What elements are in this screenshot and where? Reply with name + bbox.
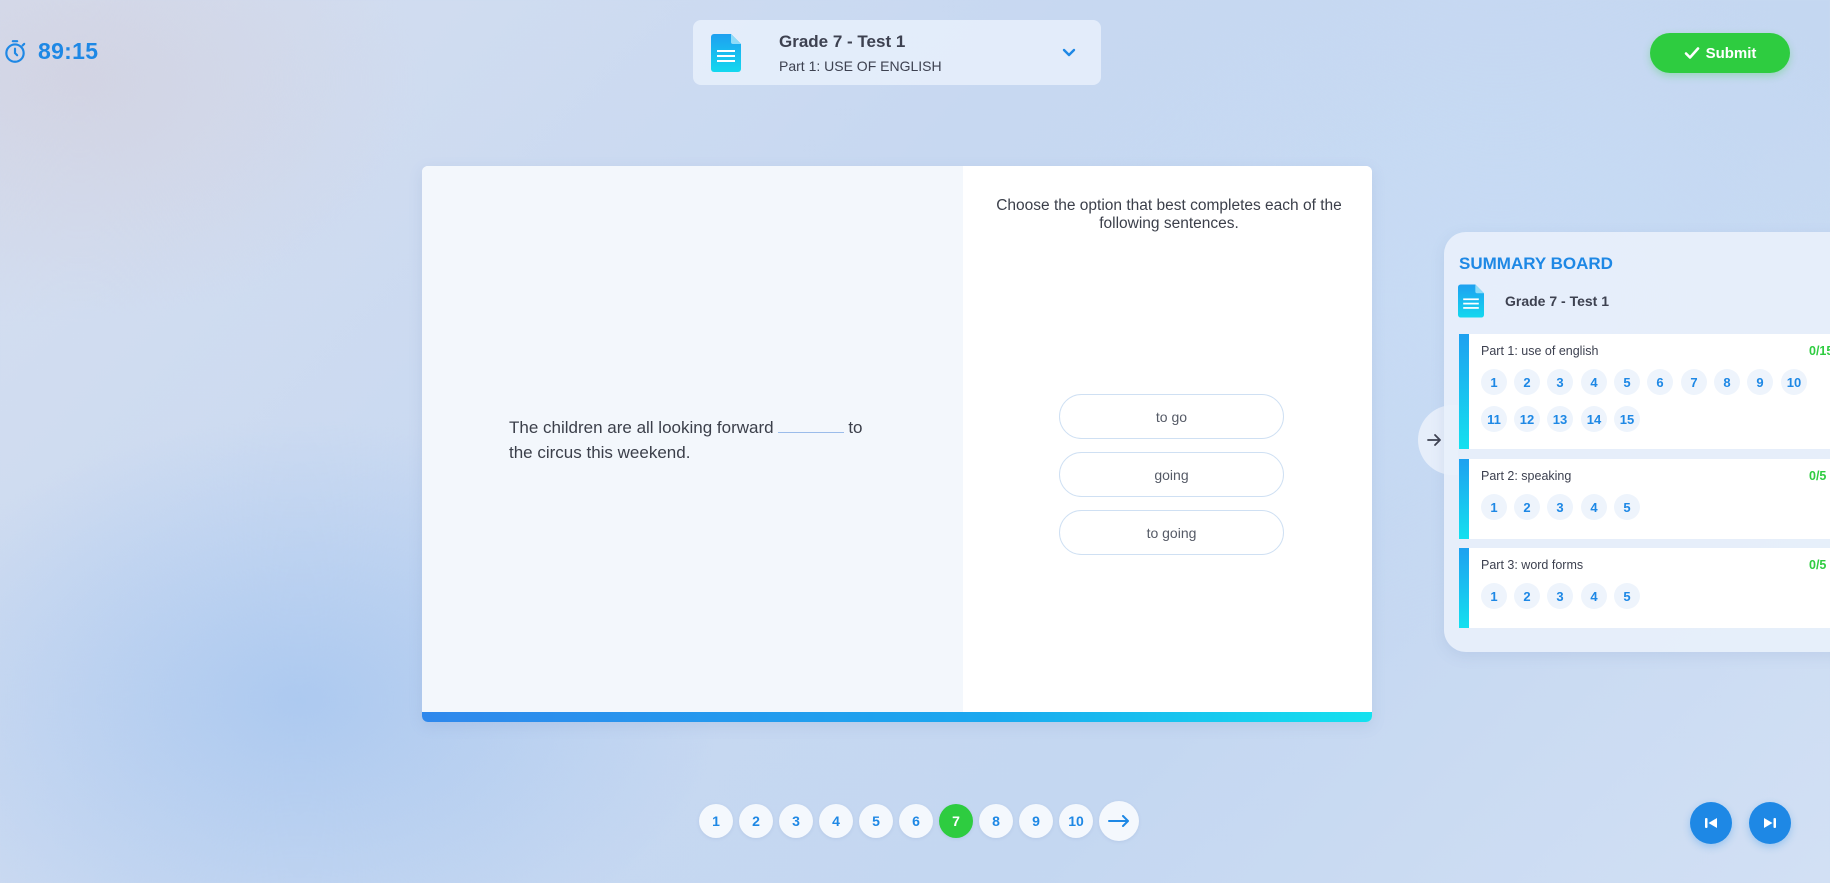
question-dot[interactable]: 2 [1514,494,1540,520]
document-icon [711,33,741,72]
question-dot[interactable]: 4 [1581,494,1607,520]
last-question-button[interactable] [1749,802,1791,844]
page-button[interactable]: 3 [779,804,813,838]
document-icon [1458,284,1484,318]
arrow-right-icon [1108,815,1129,827]
question-dot[interactable]: 3 [1547,369,1573,395]
card-accent-bar [422,712,1372,722]
page-button-active[interactable]: 7 [939,804,973,838]
summary-part: Part 2: speaking 0/5 1 2 3 4 5 [1459,459,1830,539]
submit-label: Submit [1705,44,1757,62]
part-score: 0/15 [1809,344,1830,358]
question-dot[interactable]: 13 [1547,406,1573,432]
question-dot[interactable]: 6 [1647,369,1673,395]
question-dot[interactable]: 8 [1714,369,1740,395]
question-sentence: The children are all looking forward to … [509,415,889,465]
question-dot[interactable]: 1 [1481,369,1507,395]
question-dot[interactable]: 14 [1581,406,1607,432]
stopwatch-icon [5,39,26,63]
question-dot[interactable]: 5 [1614,369,1640,395]
next-page-button[interactable] [1099,801,1139,841]
summary-board: SUMMARY BOARD Grade 7 - Test 1 Part 1: u… [1444,232,1830,652]
question-dot[interactable]: 2 [1514,583,1540,609]
question-dot[interactable]: 15 [1614,406,1640,432]
timer-value: 89:15 [38,38,99,64]
page-button[interactable]: 5 [859,804,893,838]
question-dot[interactable]: 1 [1481,494,1507,520]
question-card: The children are all looking forward to … [422,166,1372,722]
question-dot[interactable]: 3 [1547,583,1573,609]
page-button[interactable]: 6 [899,804,933,838]
part-title: Part 1: USE OF ENGLISH [779,57,942,74]
chevron-down-icon[interactable] [1061,44,1077,60]
part-title: Part 1: use of english [1481,344,1599,358]
options-panel: Choose the option that best completes ea… [963,166,1372,712]
option-button[interactable]: to go [1059,394,1284,439]
page-button[interactable]: 8 [979,804,1013,838]
option-button[interactable]: going [1059,452,1284,497]
question-dot[interactable]: 3 [1547,494,1573,520]
skip-forward-icon [1764,818,1776,828]
arrow-right-icon [1427,434,1441,446]
question-dot[interactable]: 11 [1481,406,1507,432]
test-title: Grade 7 - Test 1 [779,31,906,51]
summary-heading: SUMMARY BOARD [1459,254,1613,273]
page-button[interactable]: 1 [699,804,733,838]
timer: 89:15 [2,38,98,65]
option-button[interactable]: to going [1059,510,1284,555]
part-score: 0/5 [1809,558,1827,572]
sentence-part-1: The children are all looking forward [509,418,774,437]
question-dot[interactable]: 5 [1614,583,1640,609]
summary-test-row: Grade 7 - Test 1 [1458,284,1609,318]
answer-blank[interactable] [777,417,844,433]
part-title: Part 2: speaking [1481,469,1572,483]
question-dot[interactable]: 4 [1581,369,1607,395]
question-dot[interactable]: 2 [1514,369,1540,395]
instruction-text: Choose the option that best completes ea… [996,197,1342,232]
question-dot[interactable]: 12 [1514,406,1540,432]
page-button[interactable]: 2 [739,804,773,838]
question-dot[interactable]: 10 [1781,369,1807,395]
question-dot[interactable]: 1 [1481,583,1507,609]
skip-back-icon [1705,818,1717,828]
question-panel: The children are all looking forward to … [422,166,963,712]
summary-part: Part 1: use of english 0/15 1 2 3 4 5 6 … [1459,334,1830,449]
first-question-button[interactable] [1690,802,1732,844]
summary-test-name: Grade 7 - Test 1 [1505,293,1610,309]
submit-button[interactable]: Submit [1650,33,1790,73]
question-dot[interactable]: 9 [1747,369,1773,395]
page-button[interactable]: 9 [1019,804,1053,838]
question-dot[interactable]: 7 [1681,369,1707,395]
part-title: Part 3: word forms [1481,558,1584,572]
page-button[interactable]: 10 [1059,804,1093,838]
question-pagination: 1 2 3 4 5 6 7 8 9 10 [699,801,1139,841]
page-button[interactable]: 4 [819,804,853,838]
check-icon [1684,47,1699,59]
test-selector[interactable]: Grade 7 - Test 1 Part 1: USE OF ENGLISH [693,20,1101,85]
question-dot[interactable]: 4 [1581,583,1607,609]
question-dot[interactable]: 5 [1614,494,1640,520]
summary-part: Part 3: word forms 0/5 1 2 3 4 5 [1459,548,1830,628]
part-score: 0/5 [1809,469,1827,483]
